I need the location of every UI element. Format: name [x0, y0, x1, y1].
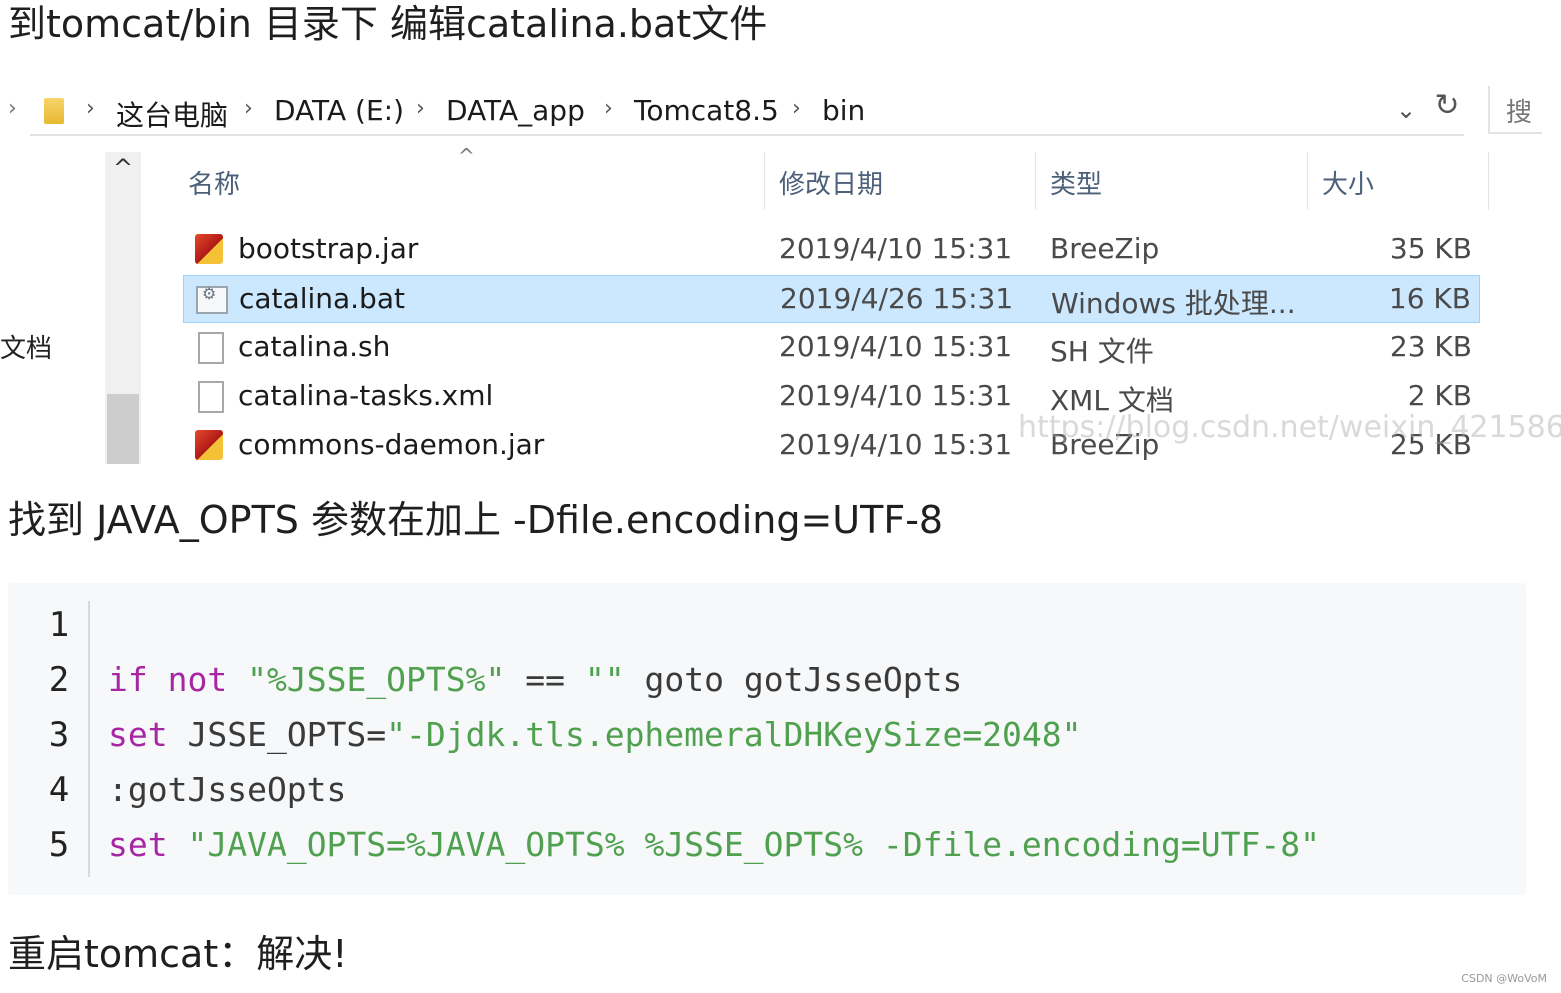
file-date: 2019/4/10 15:31	[779, 330, 1013, 363]
conclusion-paragraph: 重启tomcat：解决!	[8, 932, 348, 976]
file-name: bootstrap.jar	[238, 232, 419, 265]
code-line: :gotJsseOpts	[108, 770, 346, 809]
chevron-down-icon[interactable]: ⌄	[1396, 96, 1416, 124]
file-size: 23 KB	[1389, 330, 1472, 363]
column-divider[interactable]	[1307, 152, 1308, 210]
file-date: 2019/4/26 15:31	[780, 282, 1014, 315]
string-token: "-Djdk.tls.ephemeralDHKeySize=2048"	[386, 715, 1082, 754]
file-size: 2 KB	[1407, 379, 1472, 412]
column-header-type[interactable]: 类型	[1050, 164, 1102, 201]
breadcrumb-data-app[interactable]: DATA_app	[446, 94, 585, 127]
nav-pane-documents[interactable]: 文档	[0, 328, 52, 365]
keyword-token: set	[108, 715, 168, 754]
keyword-token: set	[108, 825, 168, 864]
address-bar[interactable]: › › 这台电脑 › DATA (E:) › DATA_app › Tomcat…	[8, 88, 1464, 136]
file-name: commons-daemon.jar	[238, 428, 545, 461]
chevron-right-icon: ›	[244, 96, 253, 121]
file-size: 16 KB	[1388, 282, 1471, 315]
line-number: 5	[48, 825, 70, 865]
keyword-token: if	[108, 660, 148, 699]
file-name: catalina.sh	[238, 330, 391, 363]
breadcrumb-drive-e[interactable]: DATA (E:)	[274, 94, 404, 127]
keyword-token: not	[167, 660, 228, 699]
breadcrumb-tomcat[interactable]: Tomcat8.5	[634, 94, 779, 127]
chevron-right-icon: ›	[604, 96, 613, 121]
search-hint: 搜	[1506, 98, 1533, 128]
chevron-right-icon: ›	[86, 96, 95, 121]
column-header-date[interactable]: 修改日期	[779, 164, 883, 201]
scroll-up-icon[interactable]: ^	[105, 154, 141, 190]
code-token: :gotJsseOpts	[108, 770, 347, 809]
file-name: catalina-tasks.xml	[238, 379, 494, 412]
file-row[interactable]: catalina.sh 2019/4/10 15:31 SH 文件 23 KB	[183, 324, 1480, 372]
column-divider[interactable]	[764, 152, 765, 210]
scroll-thumb[interactable]	[107, 394, 139, 464]
string-token: "JAVA_OPTS=%JAVA_OPTS% %JSSE_OPTS% -Dfil…	[187, 825, 1320, 864]
column-header-name[interactable]: 名称	[188, 164, 240, 201]
nav-scrollbar[interactable]: ^	[105, 152, 141, 464]
code-line: if not "%JSSE_OPTS%" == "" goto gotJsseO…	[108, 660, 962, 699]
breadcrumb-bin[interactable]: bin	[822, 94, 865, 127]
file-row[interactable]: bootstrap.jar 2019/4/10 15:31 BreeZip 35 KB	[183, 226, 1480, 274]
code-token: ==	[505, 660, 585, 699]
watermark-text: https://blog.csdn.net/weixin_42158633	[1018, 410, 1561, 445]
line-number: 4	[48, 770, 70, 810]
breadcrumb-this-pc[interactable]: 这台电脑	[116, 94, 228, 134]
file-icon	[198, 332, 224, 364]
file-type: Windows 批处理...	[1051, 287, 1296, 320]
code-token: goto gotJsseOpts	[624, 660, 963, 699]
jar-icon	[195, 234, 223, 264]
code-token: JSSE_OPTS=	[167, 715, 387, 754]
file-row[interactable]: catalina.bat 2019/4/26 15:31 Windows 批处理..…	[183, 275, 1480, 323]
credit-text: CSDN @WoVoM	[1461, 972, 1547, 985]
back-arrow-icon[interactable]: ›	[8, 96, 17, 121]
file-date: 2019/4/10 15:31	[779, 379, 1013, 412]
intro-paragraph: 到tomcat/bin 目录下 编辑catalina.bat文件	[8, 2, 768, 46]
refresh-icon[interactable]: ↻	[1430, 88, 1464, 132]
file-size: 35 KB	[1389, 232, 1472, 265]
file-type: BreeZip	[1050, 232, 1160, 265]
file-icon	[198, 381, 224, 413]
file-date: 2019/4/10 15:31	[779, 428, 1013, 461]
search-input[interactable]: 搜	[1488, 86, 1542, 134]
folder-icon	[44, 98, 64, 124]
file-name: catalina.bat	[239, 282, 405, 315]
chevron-right-icon: ›	[792, 96, 801, 121]
line-number: 3	[48, 715, 70, 755]
code-block: 1 2 if not "%JSSE_OPTS%" == "" goto gotJss…	[8, 583, 1526, 895]
bat-file-icon	[196, 284, 228, 314]
code-line: set JSSE_OPTS="-Djdk.tls.ephemeralDHKeyS…	[108, 715, 1082, 754]
chevron-right-icon: ›	[416, 96, 425, 121]
line-number: 2	[48, 660, 70, 700]
instruction-paragraph: 找到 JAVA_OPTS 参数在加上 -Dfile.encoding=UTF-8	[8, 498, 944, 542]
line-number: 1	[48, 605, 70, 645]
file-type: SH 文件	[1050, 335, 1154, 368]
file-explorer-screenshot: › › 这台电脑 › DATA (E:) › DATA_app › Tomcat…	[0, 82, 1561, 464]
gutter-divider	[88, 601, 90, 877]
file-date: 2019/4/10 15:31	[779, 232, 1013, 265]
code-line: set "JAVA_OPTS=%JAVA_OPTS% %JSSE_OPTS% -…	[108, 825, 1320, 864]
column-header-size[interactable]: 大小	[1322, 164, 1374, 201]
column-divider[interactable]	[1035, 152, 1036, 210]
sort-ascending-icon: ^	[458, 144, 475, 168]
column-divider[interactable]	[1488, 152, 1489, 210]
string-token: "%JSSE_OPTS%"	[247, 660, 506, 699]
jar-icon	[195, 430, 223, 460]
string-token: ""	[584, 660, 625, 699]
